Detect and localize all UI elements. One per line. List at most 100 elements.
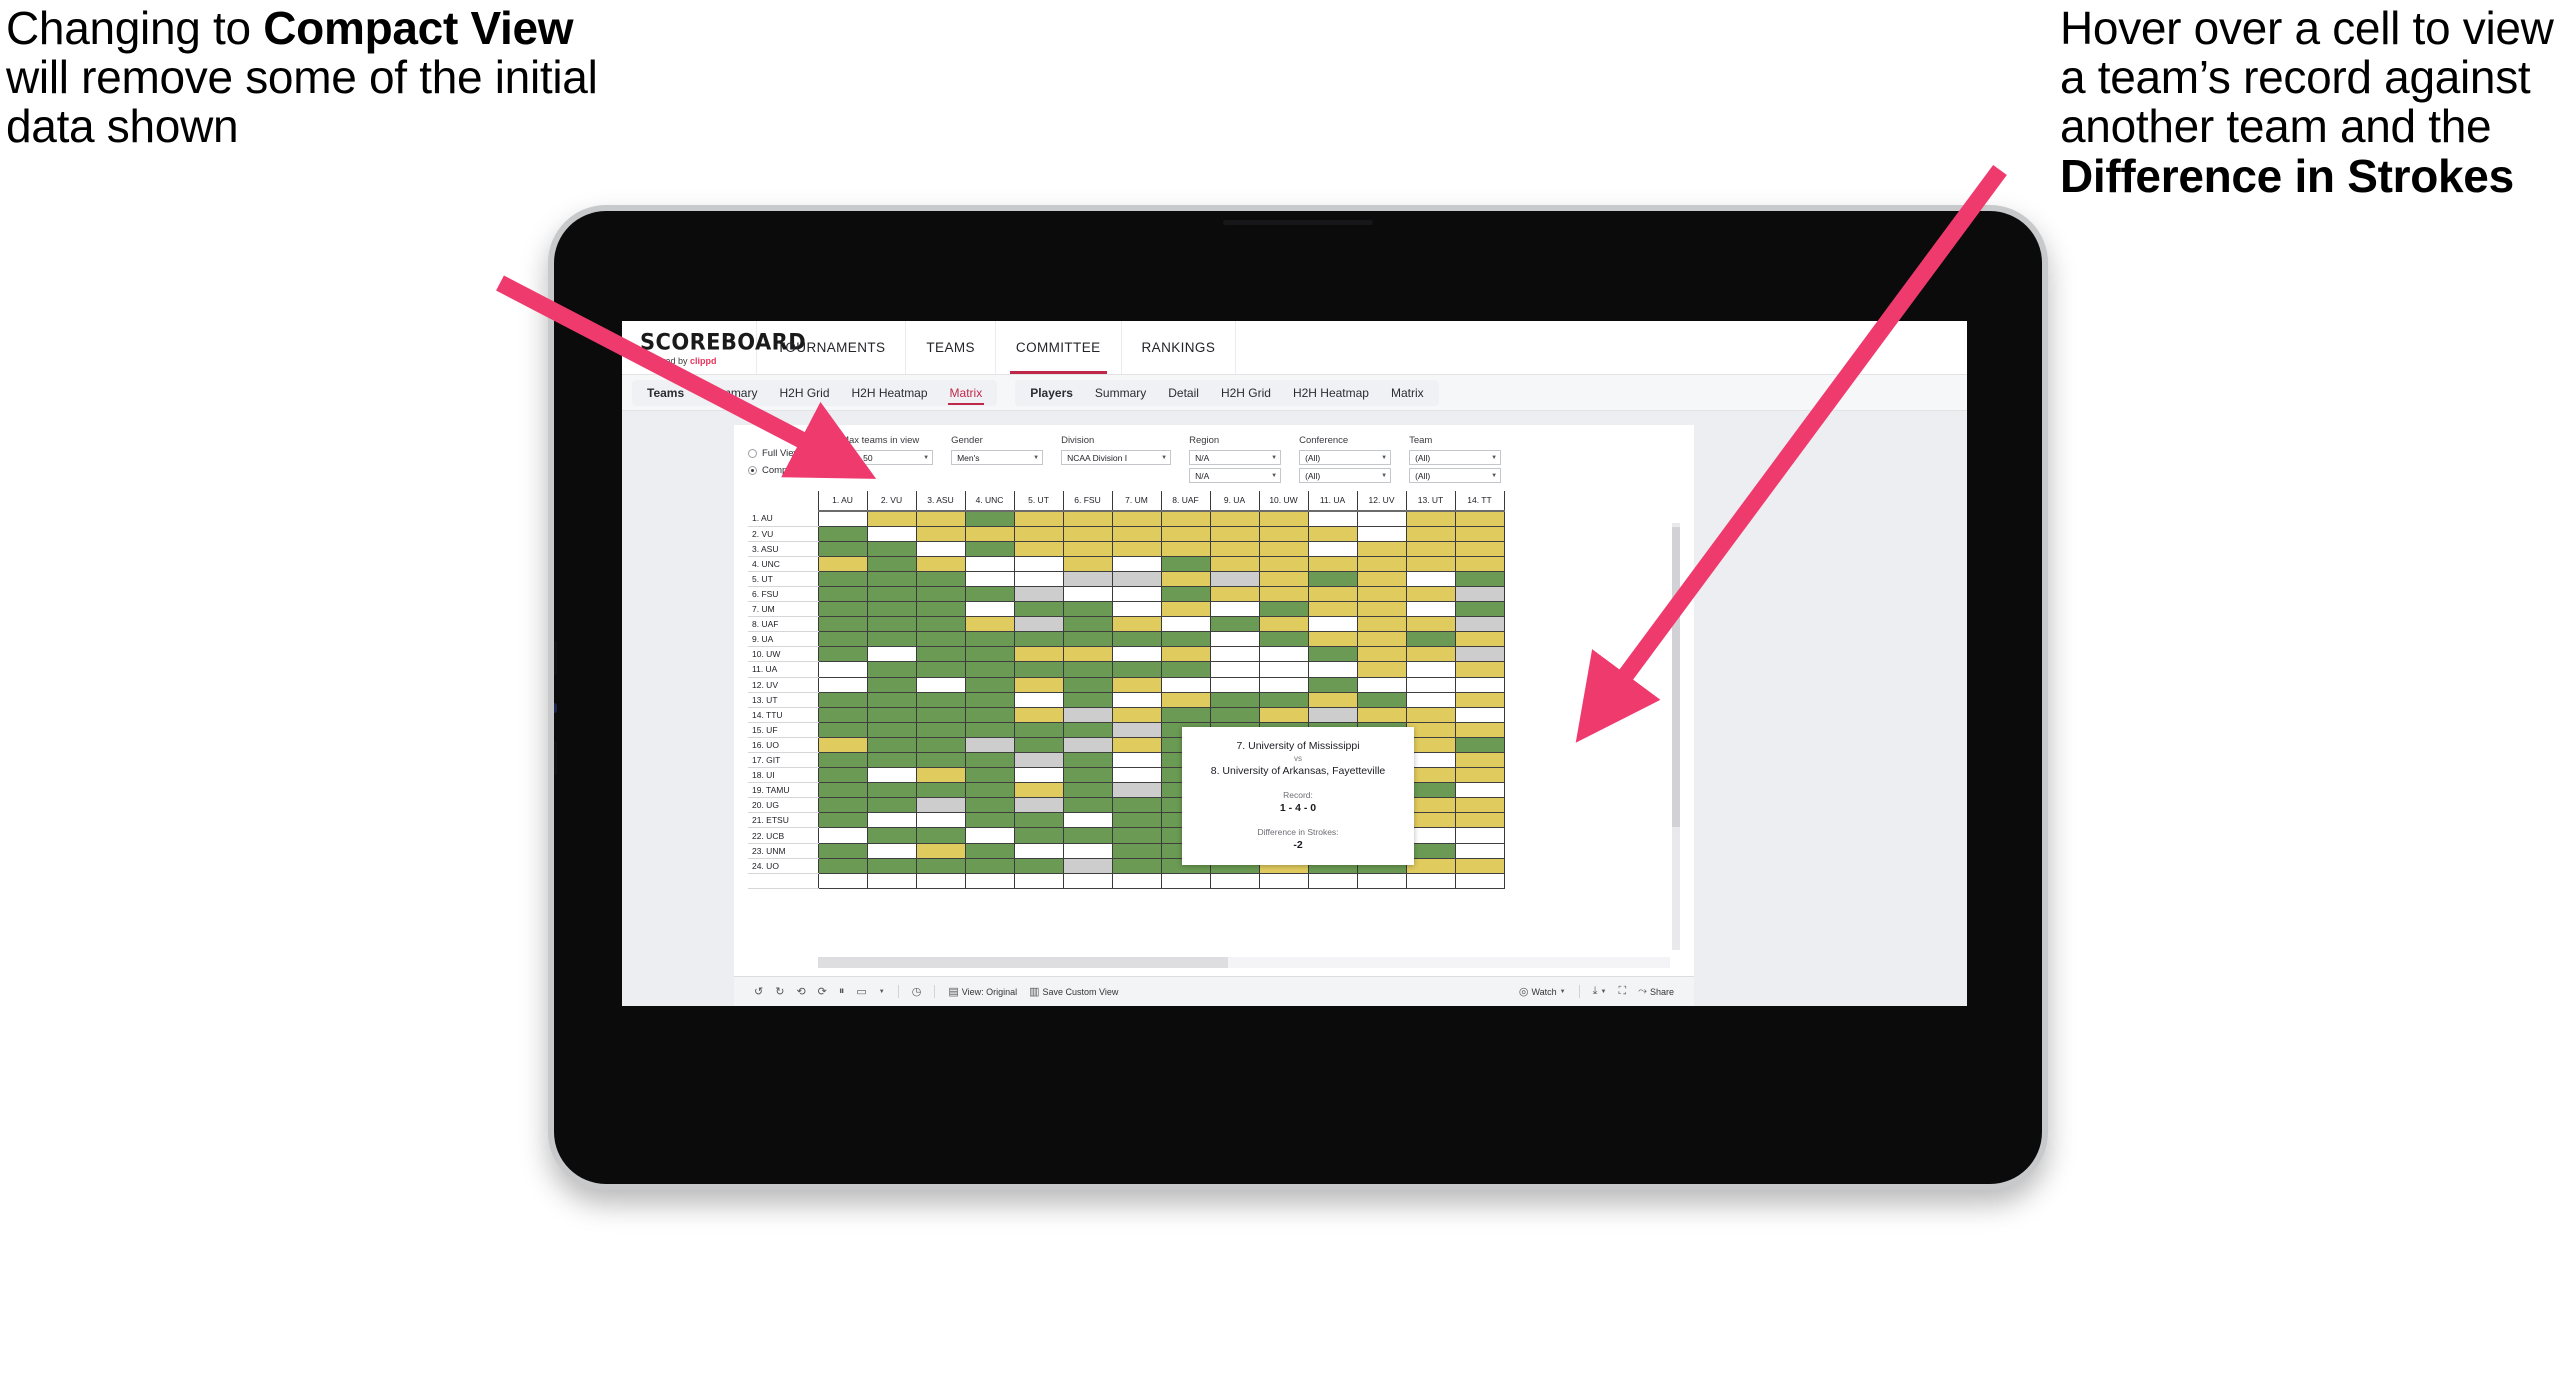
- matrix-cell[interactable]: [1111, 541, 1162, 557]
- matrix-cell[interactable]: [964, 631, 1015, 648]
- matrix-cell[interactable]: [915, 616, 966, 633]
- matrix-cell[interactable]: [1062, 812, 1113, 829]
- matrix-cell[interactable]: [1209, 556, 1260, 572]
- matrix-cell[interactable]: [915, 526, 966, 542]
- filter-gender-select[interactable]: Men's ▼: [951, 450, 1044, 465]
- matrix-cell[interactable]: [1454, 752, 1505, 769]
- matrix-row-header[interactable]: 24. UO: [748, 858, 818, 874]
- matrix-scroll-area[interactable]: 1. AU 2. VU 3. ASU 4. UNC 5. UT 6. FSU 7. UM 8.…: [748, 491, 1680, 976]
- matrix-cell[interactable]: [817, 692, 868, 708]
- matrix-vertical-scrollbar-thumb[interactable]: [1672, 527, 1680, 827]
- matrix-cell[interactable]: [866, 571, 917, 587]
- matrix-cell[interactable]: [915, 767, 966, 784]
- matrix-cell[interactable]: [817, 737, 868, 754]
- matrix-cell[interactable]: [817, 616, 868, 633]
- matrix-cell[interactable]: [1209, 541, 1260, 557]
- matrix-row-header[interactable]: 9. UA: [748, 631, 818, 648]
- matrix-cell[interactable]: [1454, 541, 1505, 557]
- matrix-cell[interactable]: [1258, 616, 1309, 633]
- matrix-cell[interactable]: [1111, 843, 1162, 859]
- matrix-cell[interactable]: [1209, 616, 1260, 633]
- matrix-cell[interactable]: [866, 511, 917, 527]
- matrix-cell[interactable]: [1160, 571, 1211, 587]
- sub-nav-players-matrix[interactable]: Matrix: [1380, 382, 1435, 404]
- matrix-cell[interactable]: [1160, 616, 1211, 633]
- matrix-cell[interactable]: [1454, 646, 1505, 663]
- matrix-cell[interactable]: [1258, 586, 1309, 603]
- matrix-cell[interactable]: [1454, 827, 1505, 844]
- matrix-cell[interactable]: [1454, 601, 1505, 618]
- matrix-cell[interactable]: [1013, 752, 1064, 769]
- matrix-cell[interactable]: [817, 526, 868, 542]
- matrix-col-header[interactable]: 3. ASU: [915, 491, 966, 512]
- matrix-cell[interactable]: [866, 752, 917, 769]
- matrix-cell[interactable]: [817, 541, 868, 557]
- matrix-cell[interactable]: [1111, 677, 1162, 693]
- fullscreen-icon[interactable]: ⛶: [1612, 985, 1632, 998]
- matrix-cell[interactable]: [1111, 737, 1162, 754]
- matrix-cell[interactable]: [1062, 601, 1113, 618]
- matrix-cell[interactable]: [1454, 526, 1505, 542]
- matrix-cell[interactable]: [915, 571, 966, 587]
- matrix-cell[interactable]: [866, 601, 917, 618]
- matrix-cell[interactable]: [1062, 661, 1113, 678]
- matrix-row-header[interactable]: 12. UV: [748, 677, 818, 693]
- matrix-cell[interactable]: [866, 843, 917, 859]
- matrix-cell[interactable]: [1013, 677, 1064, 693]
- matrix-col-header[interactable]: 9. UA: [1209, 491, 1260, 512]
- sub-nav-teams-h2h-heatmap[interactable]: H2H Heatmap: [841, 382, 939, 404]
- matrix-cell[interactable]: [1405, 511, 1456, 527]
- matrix-cell[interactable]: [817, 571, 868, 587]
- matrix-cell[interactable]: [1356, 646, 1407, 663]
- matrix-cell[interactable]: [1111, 526, 1162, 542]
- matrix-cell[interactable]: [1013, 722, 1064, 738]
- matrix-cell[interactable]: [1258, 601, 1309, 618]
- matrix-cell[interactable]: [1160, 526, 1211, 542]
- matrix-cell[interactable]: [1454, 571, 1505, 587]
- matrix-row-header[interactable]: 8. UAF: [748, 616, 818, 633]
- matrix-col-header[interactable]: 8. UAF: [1160, 491, 1211, 512]
- matrix-col-header[interactable]: 13. UT: [1405, 491, 1456, 512]
- matrix-cell[interactable]: [1356, 556, 1407, 572]
- matrix-cell[interactable]: [1454, 707, 1505, 723]
- share-button[interactable]: ⤳ Share: [1632, 985, 1680, 998]
- matrix-cell[interactable]: [817, 601, 868, 618]
- matrix-cell[interactable]: [1111, 858, 1162, 874]
- radio-full-view[interactable]: Full View: [748, 448, 823, 459]
- matrix-cell[interactable]: [1062, 752, 1113, 769]
- matrix-cell[interactable]: [1209, 661, 1260, 678]
- matrix-cell[interactable]: [1356, 526, 1407, 542]
- matrix-cell[interactable]: [915, 661, 966, 678]
- filter-division-select[interactable]: NCAA Division I ▼: [1061, 450, 1172, 465]
- matrix-cell[interactable]: [1405, 677, 1456, 693]
- matrix-cell[interactable]: [1454, 556, 1505, 572]
- matrix-cell[interactable]: [1405, 571, 1456, 587]
- matrix-cell[interactable]: [1062, 843, 1113, 859]
- matrix-cell[interactable]: [1356, 541, 1407, 557]
- matrix-cell[interactable]: [1062, 797, 1113, 814]
- matrix-cell[interactable]: [1160, 646, 1211, 663]
- matrix-row-header[interactable]: 3. ASU: [748, 541, 818, 557]
- matrix-cell[interactable]: [817, 782, 868, 799]
- matrix-cell[interactable]: [1209, 511, 1260, 527]
- matrix-cell[interactable]: [1111, 767, 1162, 784]
- matrix-cell[interactable]: [1454, 692, 1505, 708]
- download-icon[interactable]: ⤓ ▼: [1587, 985, 1613, 998]
- filter-region-select-2[interactable]: N/A ▼: [1189, 468, 1282, 483]
- matrix-cell[interactable]: [1405, 646, 1456, 663]
- matrix-cell[interactable]: [1258, 511, 1309, 527]
- matrix-cell[interactable]: [915, 692, 966, 708]
- matrix-cell[interactable]: [817, 858, 868, 874]
- matrix-cell[interactable]: [1013, 767, 1064, 784]
- matrix-cell[interactable]: [1454, 661, 1505, 678]
- redo-icon[interactable]: ↻: [769, 985, 790, 998]
- matrix-cell[interactable]: [964, 752, 1015, 769]
- matrix-cell[interactable]: [1356, 616, 1407, 633]
- radio-compact-view[interactable]: Compact View: [748, 465, 823, 476]
- matrix-cell[interactable]: [1209, 646, 1260, 663]
- matrix-cell[interactable]: [964, 692, 1015, 708]
- brand-logo[interactable]: SCOREBOARD Powered by clippd: [622, 321, 806, 374]
- matrix-cell[interactable]: [866, 631, 917, 648]
- matrix-cell[interactable]: [1160, 541, 1211, 557]
- matrix-cell[interactable]: [1062, 707, 1113, 723]
